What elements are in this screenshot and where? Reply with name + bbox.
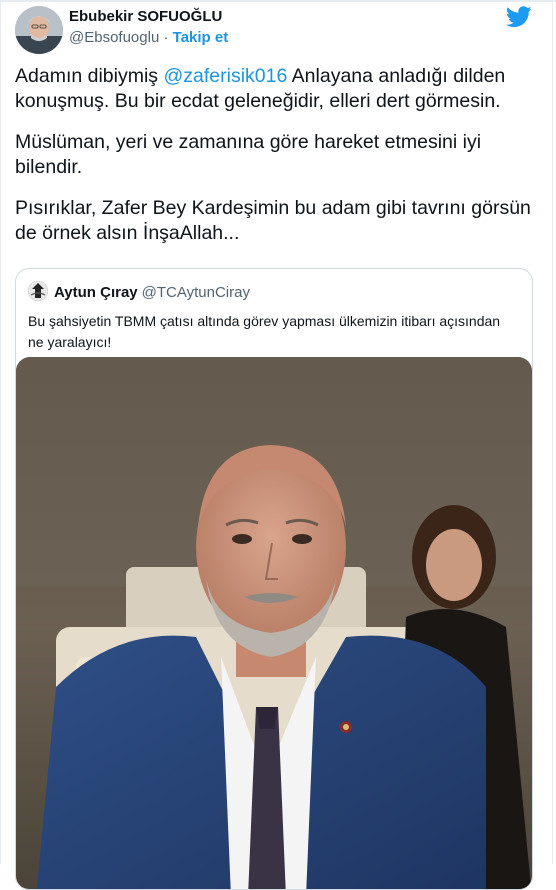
- tweet-paragraph-3: Pısırıklar, Zafer Bey Kardeşimin bu adam…: [15, 197, 531, 244]
- quoted-tweet-card[interactable]: Aytun Çıray @TCAytunCiray Bu şahsiyetin T…: [15, 268, 533, 890]
- author-handle-row: @Ebsofuoglu · Takip et: [69, 29, 228, 46]
- tweet-text-segment: Adamın dibiymiş: [15, 65, 164, 87]
- tweet-paragraph-1: Adamın dibiymiş @zaferisik016 Anlayana a…: [15, 64, 545, 114]
- mention-link[interactable]: @zaferisik016: [163, 65, 287, 87]
- quoted-tweet-photo[interactable]: [16, 357, 532, 889]
- quoted-tweet-text: Bu şahsiyetin TBMM çatısı altında görev …: [28, 313, 501, 350]
- quoted-author-avatar: [28, 281, 48, 301]
- quoted-author-row: Aytun Çıray @TCAytunCiray: [54, 284, 250, 301]
- twitter-bird-icon[interactable]: [506, 6, 532, 28]
- tweet-card: Ebubekir SOFUOĞLU @Ebsofuoglu · Takip et…: [0, 0, 553, 890]
- tweet-paragraph-2: Müslüman, yeri ve zamanına göre hareket …: [15, 131, 482, 178]
- author-handle[interactable]: @Ebsofuoglu: [69, 29, 159, 46]
- quoted-avatar-image: [28, 281, 48, 301]
- tweet-body: Adamın dibiymiş @zaferisik016 Anlayana a…: [15, 64, 545, 262]
- author-avatar[interactable]: [15, 6, 63, 54]
- portrait-photo: [16, 357, 532, 889]
- author-display-name[interactable]: Ebubekir SOFUOĞLU: [69, 8, 222, 25]
- handle-separator: ·: [159, 29, 173, 46]
- follow-button[interactable]: Takip et: [173, 29, 229, 46]
- quoted-display-name: Aytun Çıray: [54, 284, 138, 301]
- author-avatar-image: [15, 6, 63, 54]
- quoted-handle: @TCAytunCiray: [141, 284, 250, 301]
